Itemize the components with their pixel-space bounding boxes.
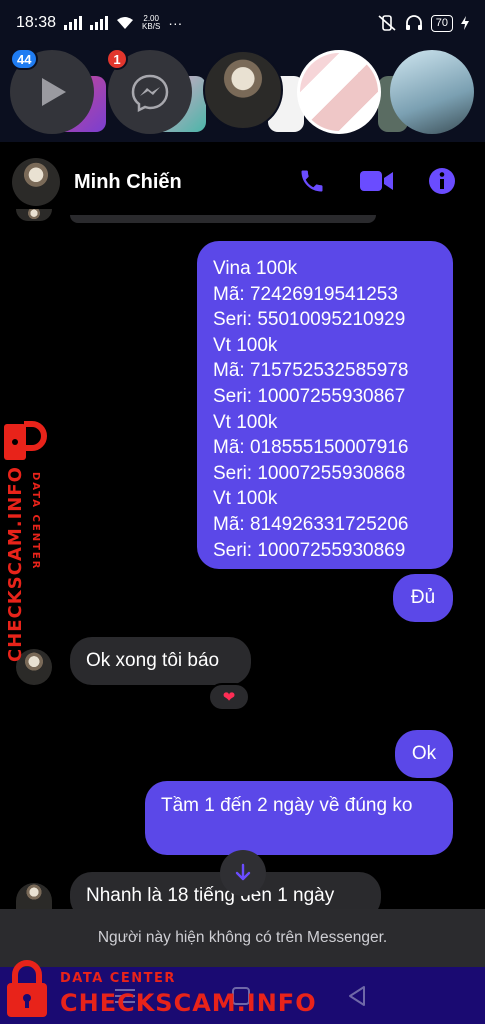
status-bar: 18:38 2.00 KB/S ··· 70: [0, 0, 485, 46]
contact-name[interactable]: Minh Chiến: [74, 171, 182, 194]
message-line: Mã: 715752532585978: [213, 360, 409, 382]
more-icon: ···: [168, 15, 183, 31]
chat-head-contact[interactable]: [203, 50, 283, 130]
info-icon[interactable]: [428, 167, 456, 195]
chat-head-contact[interactable]: [390, 50, 474, 134]
message-line: Seri: 10007255930868: [213, 462, 406, 484]
back-nav-icon[interactable]: [347, 985, 367, 1007]
watermark-brand: CHECKSCAM.INFO: [60, 989, 317, 1017]
message-line: Seri: 10007255930869: [213, 539, 406, 561]
outgoing-message[interactable]: Đủ: [393, 574, 453, 622]
message-line: Seri: 10007255930867: [213, 385, 406, 407]
message-line: Vt 100k: [213, 411, 278, 433]
navigation-bar: DATA CENTER CHECKSCAM.INFO: [0, 960, 485, 1024]
message-text: Tầm 1 đến 2 ngày về đúng ko: [161, 795, 413, 816]
heart-icon: ❤: [222, 689, 236, 706]
lock-icon: [4, 421, 47, 460]
signal-icon: [90, 16, 109, 30]
message-line: Vina 100k: [213, 258, 298, 279]
outgoing-message[interactable]: Ok: [395, 730, 453, 778]
message-line: Mã: 018555150007916: [213, 437, 409, 459]
signal-icon: [64, 16, 83, 30]
message-text: Ok xong tôi báo: [86, 650, 220, 671]
unavailable-notice: Người này hiện không có trên Messenger.: [0, 909, 485, 967]
arrow-down-icon: [235, 863, 251, 881]
messenger-icon: [131, 74, 169, 112]
battery-indicator: 70: [430, 14, 453, 32]
video-icon[interactable]: [360, 169, 394, 193]
previous-message-edge: [70, 215, 376, 223]
heart-reaction[interactable]: ❤: [208, 683, 250, 711]
lock-icon: [7, 960, 47, 1017]
chat-header: Minh Chiến: [0, 145, 485, 219]
unread-badge: 44: [10, 48, 39, 70]
outgoing-message[interactable]: Tầm 1 đến 2 ngày về đúng ko: [145, 781, 453, 855]
net-speed: 2.00 KB/S: [142, 15, 160, 31]
wifi-icon: [117, 17, 134, 29]
headphones-icon: [405, 15, 422, 30]
contact-avatar[interactable]: [12, 158, 60, 206]
phone-icon[interactable]: [298, 167, 326, 195]
charging-icon: [461, 16, 469, 30]
chat-head-contact[interactable]: [297, 50, 381, 134]
watermark-small-label-vertical: DATA CENTER: [30, 472, 41, 571]
message-line: Vt 100k: [213, 334, 278, 356]
message-line: Mã: 72426919541253: [213, 283, 398, 305]
play-icon: [42, 78, 66, 106]
watermark-small-label: DATA CENTER: [60, 971, 176, 986]
mute-vibrate-icon: [378, 15, 396, 31]
message-text: Đủ: [410, 587, 436, 609]
watermark-brand-vertical: CHECKSCAM.INFO: [5, 466, 26, 662]
unread-badge: 1: [106, 48, 128, 70]
incoming-message[interactable]: Ok xong tôi báo: [70, 637, 251, 685]
vertical-watermark: CHECKSCAM.INFO DATA CENTER: [0, 420, 60, 662]
contact-avatar-small: [16, 209, 52, 221]
message-line: Mã: 814926331725206: [213, 513, 409, 535]
chat-heads-strip: 44 1: [0, 46, 485, 142]
message-text: Nhanh là 18 tiếng đến 1 ngày: [86, 885, 335, 906]
message-line: Vt 100k: [213, 488, 278, 510]
status-time: 18:38: [16, 14, 57, 31]
scroll-to-bottom-button[interactable]: [220, 850, 266, 896]
contact-avatar-small[interactable]: [16, 883, 52, 909]
message-text: Ok: [411, 743, 437, 765]
message-line: Seri: 55010095210929: [213, 309, 406, 331]
net-speed-unit: KB/S: [142, 22, 161, 31]
notice-text: Người này hiện không có trên Messenger.: [97, 929, 388, 946]
outgoing-message-cards[interactable]: Vina 100k Mã: 72426919541253 Seri: 55010…: [197, 241, 453, 569]
message-list[interactable]: Vina 100k Mã: 72426919541253 Seri: 55010…: [0, 209, 485, 920]
